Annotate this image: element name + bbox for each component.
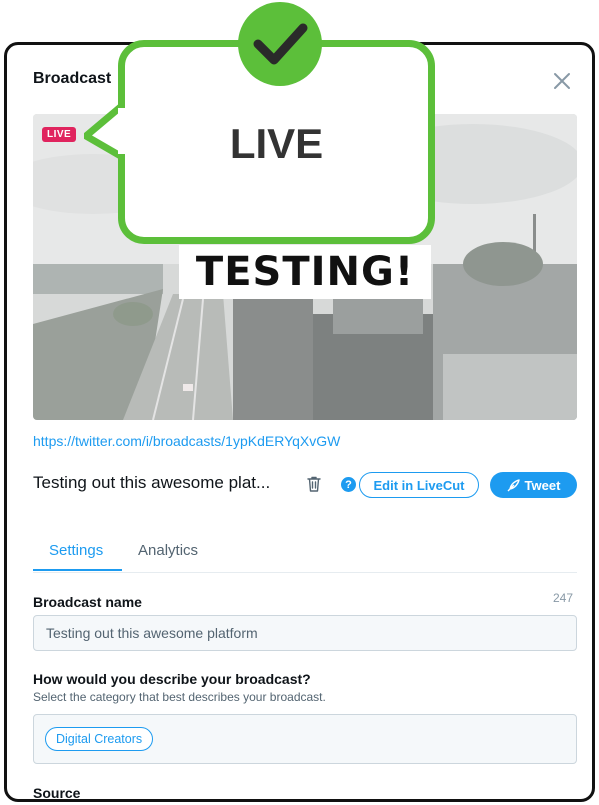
close-icon xyxy=(554,73,570,89)
broadcast-title: Testing out this awesome plat... xyxy=(33,473,271,492)
tweet-button[interactable]: Tweet xyxy=(490,472,577,498)
live-badge: LIVE xyxy=(42,127,77,142)
tab-settings[interactable]: Settings xyxy=(49,542,103,559)
category-tag[interactable]: Digital Creators xyxy=(45,727,154,751)
active-tab-indicator xyxy=(33,569,122,571)
describe-label: How would you describe your broadcast? xyxy=(33,671,311,687)
close-button[interactable] xyxy=(548,67,576,95)
broadcast-link[interactable]: https://twitter.com/i/broadcasts/1ypKdER… xyxy=(33,433,340,449)
broadcast-name-input[interactable]: Testing out this awesome platform xyxy=(33,615,577,651)
broadcast-name-label: Broadcast name xyxy=(33,594,142,610)
category-selector[interactable]: Digital Creators xyxy=(33,714,577,764)
edit-in-livecut-button[interactable]: Edit in LiveCut xyxy=(359,472,479,498)
checkmark-icon xyxy=(238,2,322,86)
tab-analytics[interactable]: Analytics xyxy=(138,542,198,559)
delete-button[interactable] xyxy=(305,475,323,493)
tweet-feather-icon xyxy=(507,478,520,491)
character-counter: 247 xyxy=(553,591,574,605)
video-banner-text: TESTING! xyxy=(179,245,431,299)
callout-text: LIVE xyxy=(229,120,324,167)
source-label: Source xyxy=(33,785,81,801)
panel-title: Broadcast xyxy=(33,70,112,87)
tweet-button-label: Tweet xyxy=(524,477,561,493)
help-icon[interactable]: ? xyxy=(341,477,356,492)
describe-hint: Select the category that best describes … xyxy=(33,690,326,704)
tab-bar: Settings Analytics xyxy=(33,535,577,573)
trash-icon xyxy=(307,476,321,492)
